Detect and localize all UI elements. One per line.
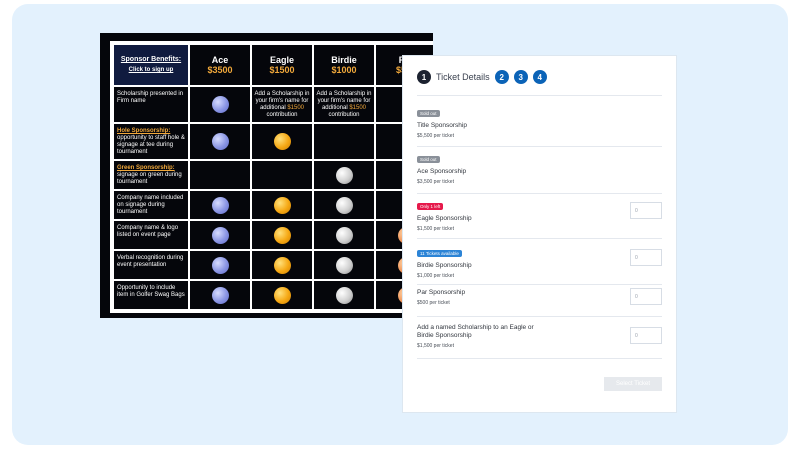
ticket-name: Ace Sponsorship bbox=[417, 168, 467, 175]
step-1[interactable]: 1 bbox=[417, 70, 431, 84]
benefit-cell bbox=[252, 191, 312, 219]
ticket-name: Add a named Scholarship to an Eagle or B… bbox=[417, 324, 534, 339]
golf-ball-icon bbox=[273, 196, 291, 214]
benefits-header-sub: Click to sign up bbox=[128, 67, 174, 73]
benefit-cell bbox=[314, 251, 374, 279]
benefit-label-signage: Company name included on signage during … bbox=[114, 191, 188, 219]
golf-ball-icon bbox=[273, 286, 291, 304]
benefit-cell bbox=[314, 161, 374, 189]
step-indicator: 1 Ticket Details 2 3 4 bbox=[417, 70, 552, 84]
benefit-cell bbox=[252, 221, 312, 249]
golf-ball-icon bbox=[335, 286, 353, 304]
divider bbox=[417, 95, 662, 96]
golf-ball-icon bbox=[211, 133, 229, 150]
golf-ball-icon bbox=[335, 256, 353, 274]
benefit-label-verbal: Verbal recognition during event presenta… bbox=[114, 251, 188, 279]
ticket-price: $1,500 per ticket bbox=[417, 226, 454, 232]
golf-ball-icon bbox=[211, 286, 229, 304]
benefit-cell bbox=[190, 161, 250, 189]
golf-ball-icon bbox=[211, 256, 229, 274]
quantity-input-scholarship[interactable]: 0 bbox=[630, 327, 662, 344]
benefit-cell bbox=[314, 191, 374, 219]
ticket-price: $500 per ticket bbox=[417, 300, 450, 306]
benefit-cell bbox=[314, 124, 374, 159]
benefit-label-green: Green Sponsorship: signage on green duri… bbox=[114, 161, 188, 189]
ticket-item-par: Par Sponsorship $500 per ticket 0 bbox=[417, 286, 662, 317]
benefit-cell bbox=[252, 161, 312, 189]
benefit-cell bbox=[252, 281, 312, 309]
quantity-input-par[interactable]: 0 bbox=[630, 288, 662, 305]
benefit-cell bbox=[252, 251, 312, 279]
ticket-name: Birdie Sponsorship bbox=[417, 262, 472, 269]
golf-ball-icon bbox=[335, 226, 353, 244]
golf-ball-icon bbox=[273, 133, 291, 150]
golf-ball-icon bbox=[273, 226, 291, 244]
benefit-cell bbox=[190, 87, 250, 122]
step-3[interactable]: 3 bbox=[513, 70, 528, 84]
benefits-header-title: Sponsor Benefits: bbox=[120, 56, 182, 63]
benefit-cell-note: Add a Scholarship in your firm's name fo… bbox=[314, 87, 374, 122]
step-title: Ticket Details bbox=[436, 72, 490, 82]
benefit-cell bbox=[314, 221, 374, 249]
benefit-cell-note: Add a Scholarship in your firm's name fo… bbox=[252, 87, 312, 122]
golf-ball-icon bbox=[335, 166, 353, 184]
ticket-price: $3,500 per ticket bbox=[417, 179, 454, 185]
sponsor-benefits-image: Sponsor Benefits: Click to sign up Ace $3… bbox=[100, 33, 433, 318]
benefit-cell bbox=[314, 281, 374, 309]
benefit-cell bbox=[190, 191, 250, 219]
ticket-price: $1,000 per ticket bbox=[417, 273, 454, 279]
level-header-eagle: Eagle $1500 bbox=[252, 45, 312, 85]
ticket-item-title: Sold out Title Sponsorship $5,500 per ti… bbox=[417, 102, 662, 147]
quantity-input-eagle[interactable]: 0 bbox=[630, 202, 662, 219]
benefit-label-logo: Company name & logo listed on event page bbox=[114, 221, 188, 249]
benefits-header-link[interactable]: Sponsor Benefits: Click to sign up bbox=[114, 45, 188, 85]
status-badge: Sold out bbox=[417, 156, 440, 163]
golf-ball-icon bbox=[211, 226, 229, 244]
step-2[interactable]: 2 bbox=[494, 70, 509, 84]
ticket-item-eagle: Only 1 left Eagle Sponsorship $1,500 per… bbox=[417, 195, 662, 239]
status-badge: Only 1 left bbox=[417, 203, 444, 210]
ticket-item-scholarship: Add a named Scholarship to an Eagle or B… bbox=[417, 320, 662, 359]
benefit-cell bbox=[190, 124, 250, 159]
level-header-ace: Ace $3500 bbox=[190, 45, 250, 85]
golf-ball-icon bbox=[211, 96, 229, 113]
golf-ball-icon bbox=[211, 196, 229, 214]
quantity-input-birdie[interactable]: 0 bbox=[630, 249, 662, 266]
benefit-label-hole: Hole Sponsorship: opportunity to staff h… bbox=[114, 124, 188, 159]
ticket-name: Par Sponsorship bbox=[417, 289, 466, 296]
benefit-cell bbox=[190, 221, 250, 249]
status-badge: 11 Tickets available bbox=[417, 250, 462, 257]
ticket-details-panel: 1 Ticket Details 2 3 4 Sold out Title Sp… bbox=[402, 55, 677, 413]
level-header-birdie: Birdie $1000 bbox=[314, 45, 374, 85]
golf-ball-icon bbox=[335, 196, 353, 214]
benefit-cell bbox=[190, 281, 250, 309]
ticket-name: Title Sponsorship bbox=[417, 122, 467, 129]
ticket-price: $1,500 per ticket bbox=[417, 343, 454, 349]
benefit-cell bbox=[252, 124, 312, 159]
benefit-label-scholarship: Scholarship presented in Firm name bbox=[114, 87, 188, 122]
ticket-price: $5,500 per ticket bbox=[417, 133, 454, 139]
golf-ball-icon bbox=[273, 256, 291, 274]
benefit-cell bbox=[190, 251, 250, 279]
benefit-label-swag: Opportunity to include item in Golfer Sw… bbox=[114, 281, 188, 309]
status-badge: Sold out bbox=[417, 110, 440, 117]
benefits-grid: Sponsor Benefits: Click to sign up Ace $3… bbox=[110, 41, 433, 313]
ticket-item-birdie: 11 Tickets available Birdie Sponsorship … bbox=[417, 242, 662, 285]
ticket-name: Eagle Sponsorship bbox=[417, 215, 472, 222]
select-ticket-button[interactable]: Select Ticket bbox=[604, 377, 662, 391]
step-4[interactable]: 4 bbox=[532, 70, 547, 84]
ticket-item-ace: Sold out Ace Sponsorship $3,500 per tick… bbox=[417, 148, 662, 194]
